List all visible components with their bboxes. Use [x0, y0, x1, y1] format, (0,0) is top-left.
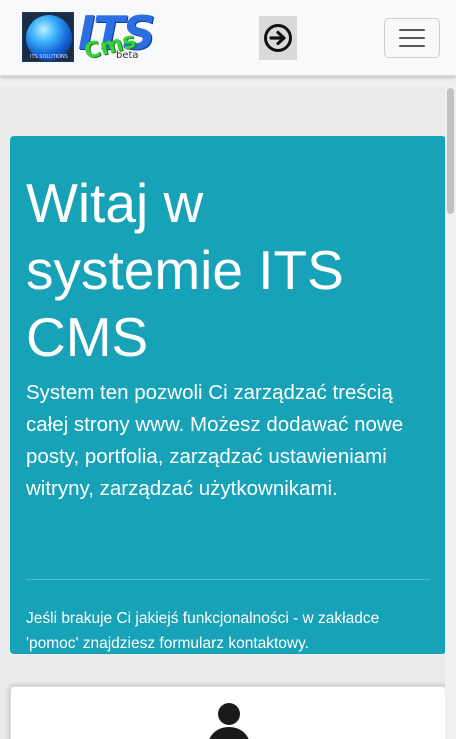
globe-logo-image: ITS SOLUTIONS [22, 12, 74, 62]
welcome-title: Witaj w systemie ITS CMS [26, 172, 344, 368]
logo-beta-tag: beta [116, 50, 139, 61]
welcome-jumbotron: Witaj w systemie ITS CMS System ten pozw… [10, 136, 446, 654]
users-card[interactable] [10, 686, 446, 739]
user-icon [209, 703, 249, 739]
brand-logo[interactable]: ITS SOLUTIONS ITS Cms beta [22, 6, 158, 65]
top-navbar: ITS SOLUTIONS ITS Cms beta [0, 0, 456, 76]
navbar-toggler-button[interactable] [384, 18, 440, 58]
globe-caption: ITS SOLUTIONS [30, 54, 68, 60]
help-note: Jeśli brakuje Ci jakiejś funkcjonalności… [26, 610, 380, 652]
page-scrollbar[interactable] [445, 86, 456, 739]
arrow-right-circle-icon [264, 24, 292, 52]
main-content: Witaj w systemie ITS CMS System ten pozw… [0, 86, 446, 739]
welcome-lead: System ten pozwoli Ci zarządzać treścią … [26, 381, 404, 500]
login-button[interactable] [259, 16, 297, 60]
divider [26, 579, 430, 580]
scrollbar-thumb[interactable] [447, 88, 454, 214]
hamburger-menu-icon [399, 29, 425, 31]
